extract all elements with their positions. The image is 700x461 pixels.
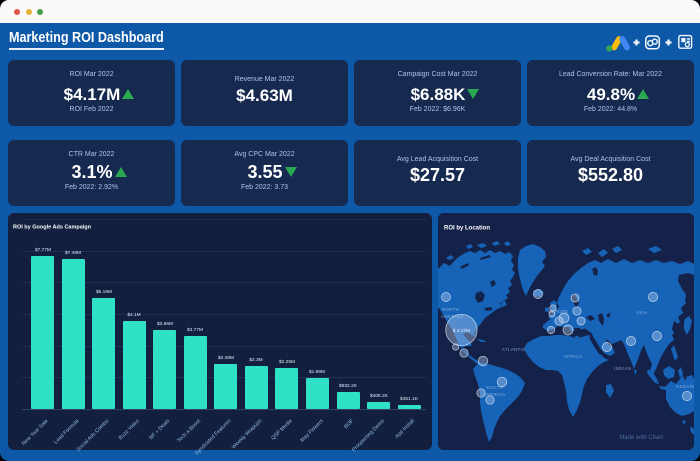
svg-text:$ 4.17M: $ 4.17M [453, 328, 470, 334]
svg-text:NORTH: NORTH [442, 307, 459, 312]
svg-text:OCEANIA: OCEANIA [676, 384, 694, 389]
svg-text:AMERICA: AMERICA [483, 392, 506, 397]
svg-text:EUROPE: EUROPE [548, 309, 569, 314]
svg-text:ATLANTIC: ATLANTIC [502, 347, 526, 352]
svg-text:INDIAN: INDIAN [614, 366, 631, 371]
svg-text:AFRICA: AFRICA [564, 354, 582, 359]
svg-text:ASIA: ASIA [636, 310, 648, 315]
svg-text:AMERICA: AMERICA [441, 314, 464, 319]
svg-text:SOUTH: SOUTH [486, 385, 503, 390]
